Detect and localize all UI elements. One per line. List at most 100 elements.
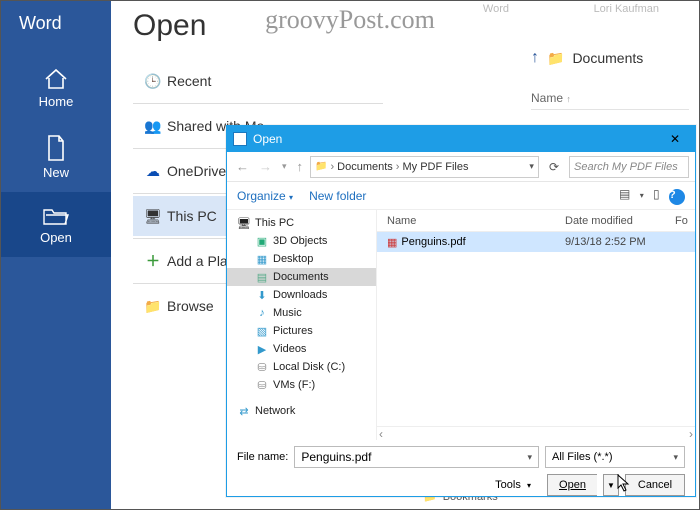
- folder-icon: 📁: [139, 298, 167, 315]
- cancel-button[interactable]: Cancel: [625, 474, 685, 496]
- app-name: Word: [1, 1, 111, 54]
- name-column-header[interactable]: Name: [531, 91, 563, 105]
- location-recent[interactable]: 🕒 Recent: [133, 61, 383, 101]
- refresh-button[interactable]: ⟳: [543, 160, 565, 174]
- chevron-down-icon[interactable]: ▾: [673, 452, 678, 463]
- file-name: Penguins.pdf: [401, 236, 465, 248]
- filename-input[interactable]: Penguins.pdf ▾: [294, 446, 539, 468]
- address-bar[interactable]: 📁 › Documents › My PDF Files ▾: [310, 156, 539, 178]
- scroll-left-icon[interactable]: ‹: [379, 427, 383, 441]
- sidebar-item-home[interactable]: Home: [1, 54, 111, 121]
- dialog-nav: ← → ▾ ↑ 📁 › Documents › My PDF Files ▾ ⟳…: [227, 152, 695, 182]
- file-list: Name Date modified Fo ▦ Penguins.pdf 9/13…: [377, 210, 695, 440]
- tree-localc[interactable]: ⛁Local Disk (C:): [227, 358, 376, 376]
- current-folder-label: Documents: [572, 50, 643, 66]
- tree-videos[interactable]: ▶Videos: [227, 340, 376, 358]
- back-button[interactable]: ←: [233, 159, 252, 174]
- monitor-icon: 🖥: [139, 208, 167, 225]
- tools-menu[interactable]: Tools ▾: [495, 479, 531, 491]
- help-button[interactable]: ?: [669, 189, 685, 205]
- sidebar-item-open[interactable]: Open: [1, 192, 111, 257]
- documents-icon: ▤: [255, 271, 269, 284]
- music-icon: ♪: [255, 307, 269, 319]
- user-hint: Lori Kaufman: [594, 3, 659, 15]
- chevron-right-icon: ›: [330, 161, 334, 173]
- chevron-down-icon[interactable]: ▾: [527, 452, 532, 463]
- scroll-right-icon[interactable]: ›: [689, 427, 693, 441]
- location-browse-label: Browse: [167, 298, 214, 314]
- breadcrumb-seg2[interactable]: My PDF Files: [402, 161, 468, 173]
- chevron-down-icon[interactable]: ▾: [529, 161, 534, 172]
- sidebar-label-new: New: [43, 165, 69, 180]
- location-onedrive-label: OneDrive: [167, 163, 226, 179]
- filename-label: File name:: [237, 451, 288, 463]
- preview-pane-button[interactable]: ▯: [653, 187, 660, 201]
- dialog-titlebar[interactable]: Open ✕: [227, 126, 695, 152]
- close-icon[interactable]: ✕: [655, 132, 695, 146]
- view-mode-button[interactable]: ▤ ▾: [619, 187, 644, 201]
- sidebar-label-open: Open: [40, 230, 72, 245]
- up-arrow-icon[interactable]: ↑: [531, 49, 539, 67]
- folder-tree: 🖥This PC ▣3D Objects ▦Desktop ▤Documents…: [227, 210, 377, 440]
- folder-icon: 📁: [547, 50, 564, 67]
- filetype-filter[interactable]: All Files (*.*) ▾: [545, 446, 685, 468]
- breadcrumb-seg1[interactable]: Documents: [337, 161, 393, 173]
- recent-dropdown[interactable]: ▾: [279, 161, 290, 172]
- chevron-down-icon: ▾: [527, 481, 531, 490]
- up-button[interactable]: ↑: [294, 159, 307, 174]
- sidebar-item-new[interactable]: New: [1, 121, 111, 192]
- right-column: ↑ 📁 Documents Name ↑: [531, 49, 689, 110]
- open-button[interactable]: Open: [547, 474, 597, 496]
- search-input[interactable]: Search My PDF Files: [569, 156, 689, 178]
- file-list-header: Name Date modified Fo: [377, 210, 695, 232]
- drive-icon: ⛁: [255, 379, 269, 392]
- folder-icon: 📁: [315, 161, 327, 172]
- pictures-icon: ▧: [255, 325, 269, 338]
- tree-pictures[interactable]: ▧Pictures: [227, 322, 376, 340]
- cube-icon: ▣: [255, 235, 269, 248]
- tree-network[interactable]: ⇄Network: [227, 402, 376, 420]
- tree-documents[interactable]: ▤Documents: [227, 268, 376, 286]
- folder-open-icon: [42, 206, 70, 226]
- spacer: [227, 394, 376, 402]
- word-sidebar: Word Home New Open: [1, 1, 111, 509]
- chevron-right-icon: ›: [396, 161, 400, 173]
- dialog-toolbar: Organize ▾ New folder ▤ ▾ ▯ ?: [227, 182, 695, 210]
- title-hint: Word: [483, 3, 509, 15]
- tree-3dobjects[interactable]: ▣3D Objects: [227, 232, 376, 250]
- network-icon: ⇄: [237, 405, 251, 418]
- document-icon: [45, 135, 67, 161]
- col-date[interactable]: Date modified: [565, 215, 675, 227]
- file-row[interactable]: ▦ Penguins.pdf 9/13/18 2:52 PM: [377, 232, 695, 252]
- dialog-footer: File name: Penguins.pdf ▾ All Files (*.*…: [227, 440, 695, 504]
- filter-label: All Files (*.*): [552, 451, 613, 463]
- organize-menu[interactable]: Organize ▾: [237, 189, 293, 203]
- drive-icon: ⛁: [255, 361, 269, 374]
- tree-thispc[interactable]: 🖥This PC: [227, 214, 376, 232]
- file-date: 9/13/18 2:52 PM: [565, 236, 675, 248]
- tree-downloads[interactable]: ⬇Downloads: [227, 286, 376, 304]
- divider: [133, 103, 383, 104]
- tree-vmsf[interactable]: ⛁VMs (F:): [227, 376, 376, 394]
- pc-icon: 🖥: [237, 217, 251, 230]
- sidebar-label-home: Home: [39, 94, 74, 109]
- pdf-icon: ▦: [387, 236, 397, 249]
- tree-music[interactable]: ♪Music: [227, 304, 376, 322]
- new-folder-button[interactable]: New folder: [309, 189, 366, 203]
- tree-desktop[interactable]: ▦Desktop: [227, 250, 376, 268]
- dialog-title: Open: [253, 132, 655, 146]
- clock-icon: 🕒: [139, 73, 167, 90]
- filename-value: Penguins.pdf: [301, 450, 371, 464]
- download-icon: ⬇: [255, 289, 269, 302]
- chevron-down-icon: ▾: [289, 193, 293, 202]
- col-name[interactable]: Name: [377, 215, 565, 227]
- search-placeholder: Search My PDF Files: [574, 161, 678, 173]
- horizontal-scrollbar[interactable]: ‹ ›: [377, 426, 695, 440]
- col-last[interactable]: Fo: [675, 215, 695, 227]
- word-icon: [233, 132, 247, 146]
- forward-button[interactable]: →: [256, 159, 275, 174]
- open-dropdown[interactable]: ▼: [603, 474, 619, 496]
- videos-icon: ▶: [255, 343, 269, 356]
- file-open-dialog: Open ✕ ← → ▾ ↑ 📁 › Documents › My PDF Fi…: [226, 125, 696, 497]
- plus-icon: ＋: [139, 251, 167, 271]
